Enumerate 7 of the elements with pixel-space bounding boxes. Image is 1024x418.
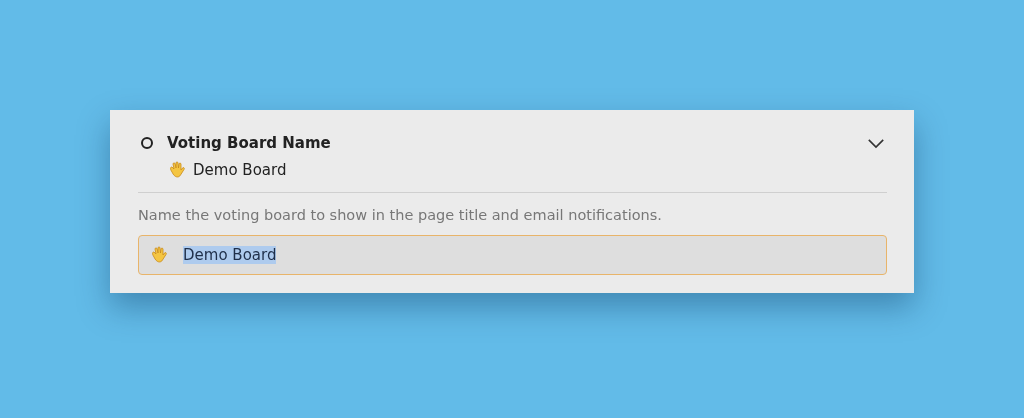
chevron-down-icon[interactable] xyxy=(867,138,885,149)
board-name-field[interactable]: Demo Board xyxy=(138,235,887,275)
waving-hand-icon xyxy=(167,160,187,180)
setting-description: Name the voting board to show in the page title and email notifications. xyxy=(138,207,663,223)
setting-title: Voting Board Name xyxy=(167,134,332,152)
waving-hand-icon xyxy=(149,245,169,265)
board-name-summary: Demo Board xyxy=(193,161,287,179)
